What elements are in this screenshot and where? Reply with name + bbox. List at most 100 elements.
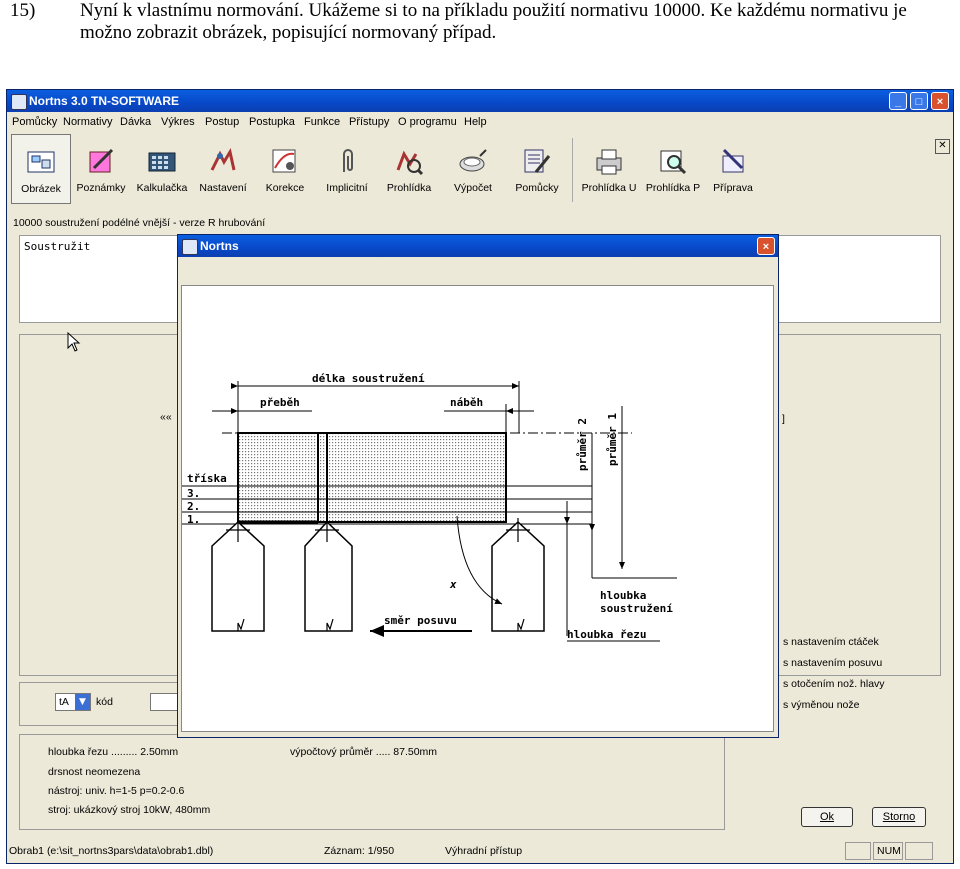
menu-vykres[interactable]: Výkres [161, 116, 195, 128]
diameter-2-label: průměr 2 [576, 418, 589, 471]
toolbar-separator [572, 138, 573, 202]
window-titlebar: Nortns 3.0 TN-SOFTWARE _ □ × [7, 90, 953, 112]
printer-u-icon [594, 146, 624, 176]
feed-direction-label: směr posuvu [384, 614, 457, 627]
info-roughness: drsnost neomezena [48, 766, 141, 778]
turn-depth-label-2: soustružení [600, 602, 673, 615]
info-panel: hloubka řezu ......... 2.50mm výpočtový … [19, 734, 725, 830]
mouse-cursor-icon [67, 332, 81, 352]
dialog-titlebar: Nortns × [178, 235, 778, 257]
tool-label: Kalkulačka [136, 182, 188, 194]
tool-pomucky[interactable]: Pomůcky [507, 134, 567, 204]
ok-button[interactable]: Ok [801, 807, 853, 827]
doc-line-1: Nyní k vlastnímu normování. Ukážeme si t… [80, 0, 907, 21]
normative-label: 10000 soustružení podélné vnější - verze… [13, 217, 266, 229]
angle-label: x [449, 578, 457, 591]
option-item[interactable]: s nastavením ctáček [783, 636, 879, 648]
tool-label: Prohlídka [386, 182, 432, 194]
tool-label: Implicitní [326, 182, 368, 194]
inspect-icon [394, 146, 424, 176]
tool-poznamky[interactable]: Poznámky [71, 134, 131, 204]
status-access: Výhradní přístup [445, 845, 523, 857]
info-machine: stroj: ukázkový stroj 10kW, 480mm [48, 804, 211, 816]
close-button[interactable]: × [931, 92, 949, 110]
dialog-title: Nortns [200, 239, 239, 253]
tool-nastaveni[interactable]: Nastavení [193, 134, 253, 204]
tool-label: Příprava [713, 182, 753, 194]
collapse-arrows[interactable]: «« [160, 411, 172, 423]
workpiece [237, 432, 507, 523]
maximize-button[interactable]: □ [910, 92, 928, 110]
window-title: Nortns 3.0 TN-SOFTWARE [29, 94, 180, 108]
tool-prohlidka[interactable]: Prohlídka [379, 134, 439, 204]
pass-1-label: 1. [187, 513, 200, 526]
tool-label: Pomůcky [515, 182, 559, 194]
option-item[interactable]: s výměnou nože [783, 699, 859, 711]
tool-obrazek[interactable]: Obrázek [11, 134, 71, 204]
menu-help[interactable]: Help [464, 116, 487, 128]
info-diameter: výpočtový průměr ..... 87.50mm [290, 746, 438, 758]
prepare-icon [718, 146, 748, 176]
menu-pomucky[interactable]: Pomůcky [12, 116, 57, 128]
right-bracket: ] [782, 413, 785, 425]
chevron-down-icon[interactable]: ▼ [75, 694, 90, 710]
app-icon [11, 94, 27, 110]
tools-icon [522, 146, 552, 176]
document-text: 15) Nyní k vlastnímu normování. Ukážeme s… [10, 0, 955, 44]
menu-postup[interactable]: Postup [205, 116, 239, 128]
settings-icon [208, 146, 238, 176]
pass-3-label: 3. [187, 487, 200, 500]
menu-normativy[interactable]: Normativy [63, 116, 113, 128]
tool-label: Výpočet [454, 182, 492, 194]
code-label: kód [96, 696, 113, 708]
tool-label: Poznámky [76, 182, 126, 194]
overrun-label: přeběh [260, 396, 300, 409]
info-tool: nástroj: univ. h=1-5 p=0.2-0.6 [48, 785, 185, 797]
app-icon [182, 239, 198, 255]
tool-kalkulacka[interactable]: Kalkulačka [132, 134, 192, 204]
notes-icon [86, 146, 116, 176]
tool-label: Obrázek [21, 183, 61, 195]
toolbar: Obrázek Poznámky Kalkulačka Nastavení Ko… [7, 132, 953, 208]
tool-vypocet[interactable]: Výpočet [443, 134, 503, 204]
chip-label: tříska [187, 472, 227, 485]
status-cell [845, 842, 871, 860]
tool-prohlidka-u[interactable]: Prohlídka U [579, 134, 639, 204]
tool-korekce[interactable]: Korekce [255, 134, 315, 204]
status-bar: Obrab1 (e:\sit_nortns3pars\data\obrab1.d… [7, 840, 953, 862]
status-cell [873, 842, 903, 860]
status-cell [905, 842, 933, 860]
menu-pristupy[interactable]: Přístupy [349, 116, 389, 128]
tool-label: Prohlídka P [645, 182, 701, 194]
menu-postupka[interactable]: Postupka [249, 116, 295, 128]
menu-o-programu[interactable]: O programu [398, 116, 457, 128]
cancel-button[interactable]: Storno [872, 807, 926, 827]
dialog-close-button[interactable]: × [757, 237, 775, 255]
tool-label: Korekce [265, 182, 305, 194]
option-item[interactable]: s otočením nož. hlavy [783, 678, 885, 690]
status-file: Obrab1 (e:\sit_nortns3pars\data\obrab1.d… [9, 845, 214, 857]
diameter-1-label: průměr 1 [606, 413, 619, 466]
tool-prohlidka-p[interactable]: Prohlídka P [643, 134, 703, 204]
cut-depth-label: hloubka řezu [567, 628, 646, 641]
paperclip-icon [332, 146, 362, 176]
item-number: 15) [10, 0, 36, 21]
doc-line-2: možno zobrazit obrázek, popisující normo… [80, 22, 497, 43]
menu-bar: Pomůcky Normativy Dávka Výkres Postup Po… [7, 113, 953, 131]
drawing-canvas: délka soustružení přeběh náběh tříska 3.… [181, 285, 774, 732]
minimize-button[interactable]: _ [889, 92, 907, 110]
length-label: délka soustružení [312, 372, 425, 385]
menu-davka[interactable]: Dávka [120, 116, 151, 128]
type-select[interactable]: tA ▼ [55, 693, 91, 711]
preview-p-icon [658, 146, 688, 176]
tool-implicitni[interactable]: Implicitní [317, 134, 377, 204]
option-item[interactable]: s nastavením posuvu [783, 657, 882, 669]
correction-icon [270, 146, 300, 176]
menu-funkce[interactable]: Funkce [304, 116, 340, 128]
picture-icon [26, 147, 56, 177]
turning-drawing: délka soustružení přeběh náběh tříska 3.… [182, 372, 677, 642]
close-panel-icon[interactable]: ✕ [935, 139, 950, 154]
calc-dish-icon [458, 146, 488, 176]
tool-priprava[interactable]: Příprava [703, 134, 763, 204]
tool-label: Prohlídka U [581, 182, 637, 194]
